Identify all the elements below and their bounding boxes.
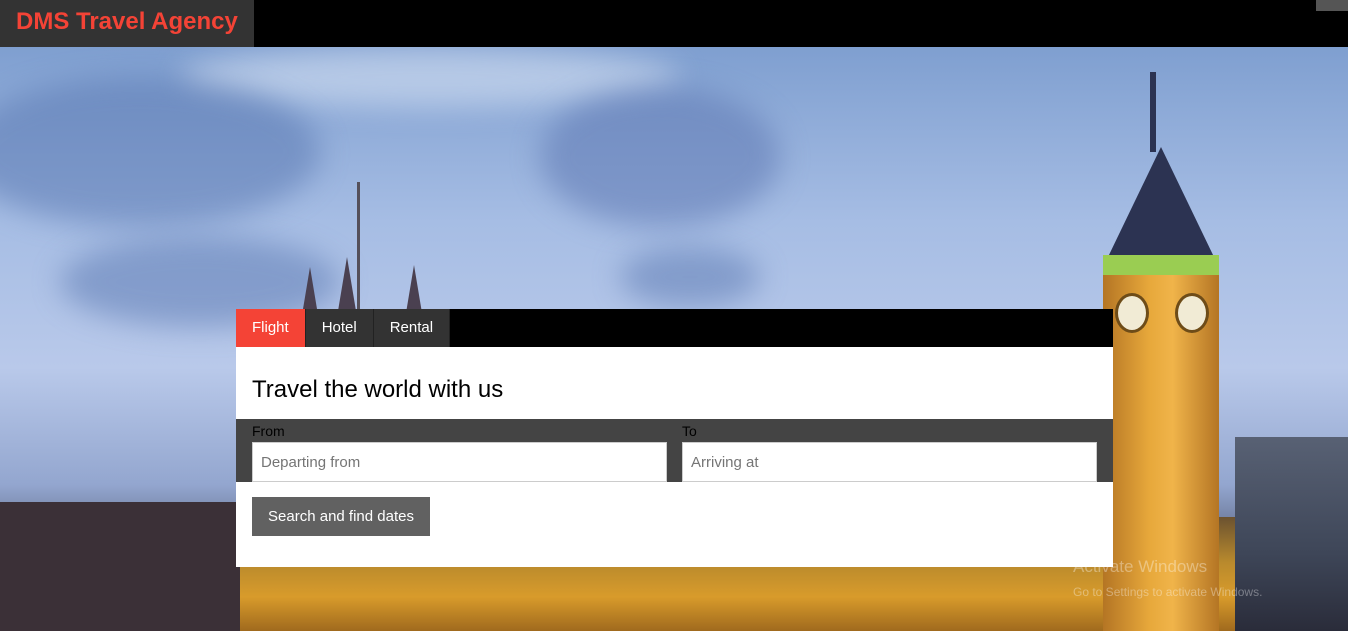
big-ben-roof [1108, 147, 1214, 257]
tab-flight[interactable]: Flight [236, 309, 306, 347]
arriving-at-input[interactable] [682, 442, 1097, 482]
cloud-shape [620, 247, 760, 307]
parliament-spire [337, 257, 357, 317]
search-dates-button[interactable]: Search and find dates [252, 497, 430, 536]
cloud-shape [540, 87, 780, 227]
westminster-towers [1235, 437, 1348, 631]
to-label: To [682, 423, 697, 439]
booking-panel: Travel the world with us From To Search … [236, 347, 1113, 567]
clock-face-icon [1115, 293, 1149, 333]
parliament-left-wing [0, 502, 240, 631]
brand-logo-link[interactable]: DMS Travel Agency [0, 0, 254, 47]
tab-hotel[interactable]: Hotel [305, 309, 374, 347]
departing-from-input[interactable] [252, 442, 667, 482]
big-ben-belfry [1103, 255, 1219, 275]
activate-windows-subtitle: Go to Settings to activate Windows. [1073, 585, 1263, 599]
top-nav-bar: DMS Travel Agency [0, 0, 1348, 47]
flagpole [357, 182, 360, 312]
booking-tab-bar: Flight Hotel Rental [236, 309, 1113, 347]
from-label: From [252, 423, 285, 439]
panel-title: Travel the world with us [252, 376, 504, 403]
nav-menu-corner[interactable] [1316, 0, 1348, 11]
tab-rental[interactable]: Rental [373, 309, 451, 347]
route-field-row: From To [236, 419, 1113, 482]
big-ben-spire [1150, 72, 1156, 152]
clock-face-icon [1175, 293, 1209, 333]
